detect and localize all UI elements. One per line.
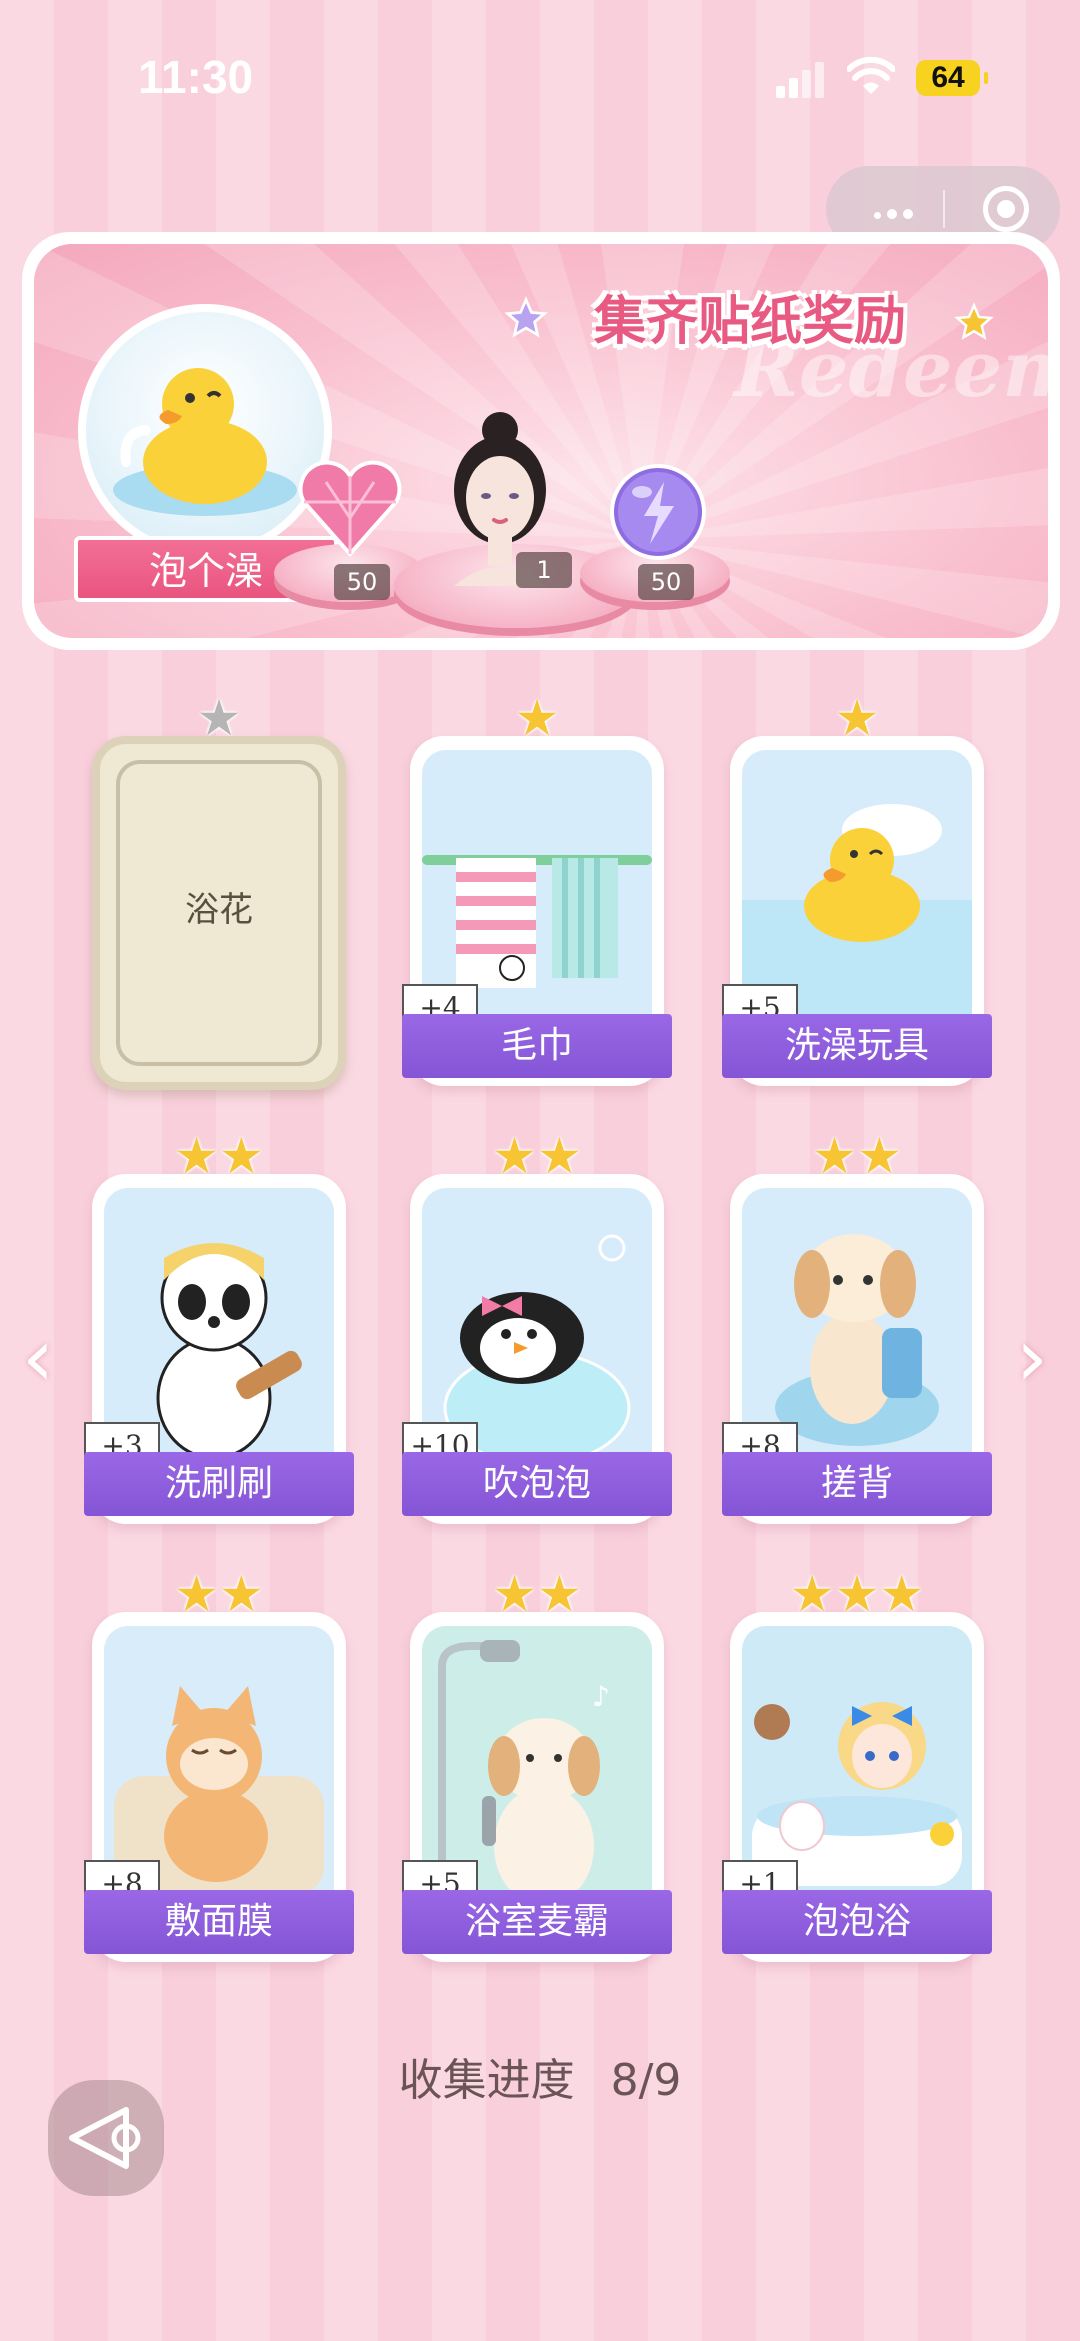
- card-name: 毛巾: [402, 1014, 672, 1078]
- sticker-card-bubble-bath[interactable]: +1 泡泡浴: [722, 1612, 992, 1962]
- sticker-card-towel[interactable]: +4 毛巾: [402, 736, 672, 1086]
- banner-title: 集齐贴纸奖励: [594, 292, 907, 352]
- card-name: 搓背: [722, 1452, 992, 1516]
- card-name: 浴花: [185, 890, 253, 930]
- sticker-card-face-mask[interactable]: +8 敷面膜: [84, 1612, 354, 1962]
- card-name: 洗刷刷: [84, 1452, 354, 1516]
- close-miniapp-icon[interactable]: [983, 186, 1029, 232]
- next-page-arrow-icon[interactable]: ›: [1016, 1318, 1048, 1398]
- sticker-card-shower-singer[interactable]: ♪ +5 浴室麦霸: [402, 1612, 672, 1962]
- sticker-card-bath-toy[interactable]: +5 洗澡玩具: [722, 736, 992, 1086]
- back-button[interactable]: [48, 2080, 164, 2196]
- back-arrow-icon: [69, 2107, 141, 2169]
- rubber-duck-icon: [113, 368, 297, 516]
- purple-star-icon: [504, 296, 548, 338]
- more-options-icon[interactable]: [874, 204, 919, 223]
- card-name: 浴室麦霸: [402, 1890, 672, 1954]
- reward-banner: Redeem 集齐贴纸奖励 泡个澡 50: [22, 232, 1060, 650]
- cellular-signal-icon: [776, 60, 826, 98]
- progress-value: 8/9: [610, 2055, 682, 2106]
- sticker-card-locked[interactable]: 浴花: [92, 736, 346, 1090]
- capsule-divider: [943, 190, 945, 228]
- status-time: 11:30: [138, 51, 254, 103]
- progress-label: 收集进度: [398, 2055, 575, 2106]
- reward-banner-background: Redeem 集齐贴纸奖励 泡个澡 50: [34, 244, 1048, 638]
- wifi-icon: [847, 56, 895, 94]
- sticker-card-bubbles[interactable]: +10 吹泡泡: [402, 1174, 672, 1524]
- gold-star-icon: [954, 302, 994, 340]
- sticker-card-back-rub[interactable]: +8 搓背: [722, 1174, 992, 1524]
- battery-indicator: 64: [916, 60, 988, 96]
- card-name: 泡泡浴: [722, 1890, 992, 1954]
- pink-heart-gem-icon: [298, 460, 402, 558]
- heart-count-badge: 50: [334, 564, 390, 600]
- card-name: 吹泡泡: [402, 1452, 672, 1516]
- bath-reward-thumbnail[interactable]: [78, 304, 332, 558]
- card-name: 敷面膜: [84, 1890, 354, 1954]
- card-name: 洗澡玩具: [722, 1014, 992, 1078]
- orb-count-badge: 50: [638, 564, 694, 600]
- purple-lightning-orb-icon: [610, 464, 706, 560]
- sticker-card-scrub[interactable]: +3 洗刷刷: [84, 1174, 354, 1524]
- status-bar: 11:30 64: [0, 0, 1080, 150]
- svg-text:♪: ♪: [592, 1680, 610, 1713]
- prev-page-arrow-icon[interactable]: ‹: [22, 1318, 54, 1398]
- portrait-count-badge: 1: [516, 552, 572, 588]
